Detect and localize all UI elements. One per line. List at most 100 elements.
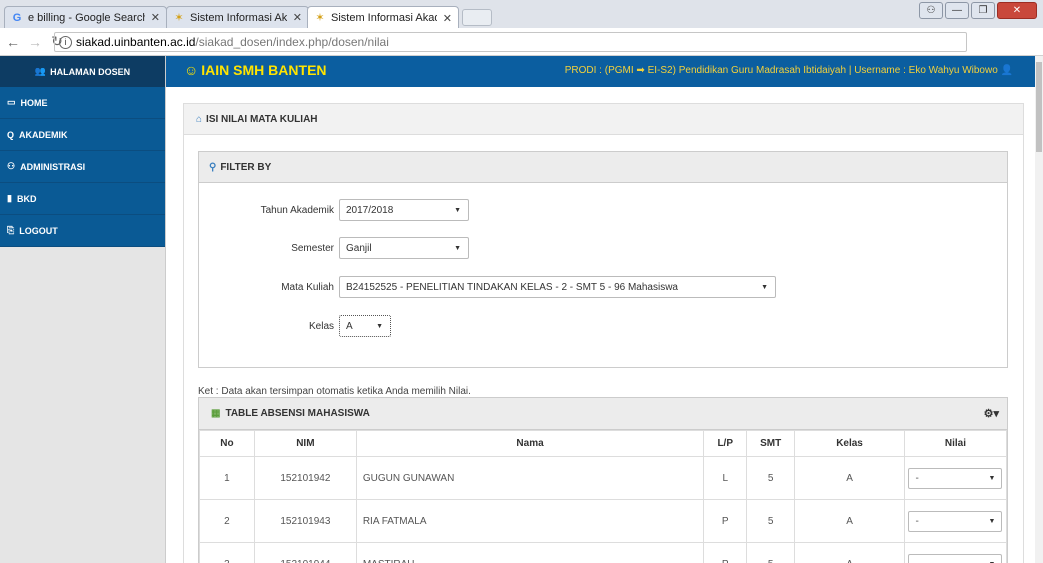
new-tab-button[interactable] (462, 9, 492, 26)
filter-label: Kelas (308, 320, 334, 332)
google-icon: G (12, 11, 22, 24)
absensi-table-panel: ▦ TABLE ABSENSI MAHASISWA ⚙▾ No NIM Nama… (198, 397, 1008, 563)
table-row: 3 152101944 MASTIRAH P 5 A - ▼ (199, 542, 1007, 563)
absensi-table: No NIM Nama L/P SMT Kelas Nilai 1 152101… (199, 430, 1007, 563)
favicon-icon: ✶ (315, 12, 325, 24)
close-tab-icon[interactable]: ✕ (151, 11, 160, 24)
sidebar-item-bkd[interactable]: ▮ BKD (0, 183, 165, 215)
chevron-down-icon: ▼ (988, 474, 996, 482)
sidebar-title: HALAMAN DOSEN (50, 66, 131, 77)
logout-icon: ⎘ (7, 225, 15, 235)
cell-kelas: A (794, 499, 905, 543)
logo-icon: ☺ (184, 62, 199, 78)
cell-no: 1 (199, 456, 255, 500)
home-icon: ⌂ (196, 113, 203, 125)
filter-row-semester: Semester (198, 237, 334, 259)
prodi-info: PRODI : (PGMI ➡ EI-S2) Pendidikan Guru M… (565, 65, 1013, 76)
arrow-right-icon: ➡ (636, 65, 645, 76)
select-value: Ganjil (346, 242, 372, 254)
cell-nilai: - ▼ (903, 499, 1007, 543)
user-desk-icon: ⚇ (7, 161, 16, 171)
close-tab-icon[interactable]: ✕ (293, 11, 302, 24)
column-header: NIM (253, 430, 357, 457)
semester-select[interactable]: Ganjil ▼ (339, 237, 469, 259)
cell-nim: 152101943 (253, 499, 357, 543)
sidebar-item-administrasi[interactable]: ⚇ ADMINISTRASI (0, 151, 165, 183)
sidebar-item-label: ADMINISTRASI (20, 161, 86, 172)
back-icon[interactable]: ← (4, 34, 22, 50)
favicon-icon: ✶ (174, 11, 184, 24)
filter-header: ⚲ FILTER BY (199, 152, 1007, 183)
sidebar-item-home[interactable]: ▭ HOME (0, 87, 165, 119)
mata-kuliah-select[interactable]: B24152525 - PENELITIAN TINDAKAN KELAS - … (339, 276, 776, 298)
profile-icon[interactable]: ⚇ (919, 2, 943, 19)
url-path: /siakad_dosen/index.php/dosen/nilai (195, 35, 389, 49)
table-title: TABLE ABSENSI MAHASISWA (225, 408, 370, 419)
cell-nim: 152101942 (253, 456, 357, 500)
filter-title: FILTER BY (220, 161, 272, 173)
chevron-down-icon: ▼ (376, 322, 383, 330)
table-row: 1 152101942 GUGUN GUNAWAN L 5 A - ▼ (199, 456, 1007, 500)
scrollbar-thumb[interactable] (1036, 62, 1042, 152)
sidebar-item-label: LOGOUT (19, 225, 58, 236)
chevron-down-icon: ▼ (454, 206, 461, 214)
column-header: No (199, 430, 255, 457)
minimize-button[interactable]: — (945, 2, 969, 19)
column-header: Kelas (794, 430, 905, 457)
nilai-select[interactable]: - ▼ (908, 510, 1003, 532)
save-note: Ket : Data akan tersimpan otomatis ketik… (198, 386, 471, 397)
close-window-button[interactable]: ✕ (997, 2, 1037, 19)
cell-lp: L (703, 456, 748, 500)
browser-tab-1[interactable]: G e billing - Google Search ✕ (4, 6, 167, 28)
kelas-select[interactable]: A ▼ (339, 315, 391, 337)
filter-row-mata-kuliah: Mata Kuliah (198, 276, 334, 298)
cell-nama: RIA FATMALA (355, 499, 705, 543)
select-value: A (346, 320, 353, 332)
select-value: 2017/2018 (346, 204, 394, 216)
cell-nama: MASTIRAH (355, 542, 705, 563)
sidebar-item-label: AKADEMIK (19, 129, 68, 140)
maximize-button[interactable]: ❐ (971, 2, 995, 19)
cell-smt: 5 (746, 499, 796, 543)
cell-kelas: A (794, 456, 905, 500)
settings-icon[interactable]: ⚙▾ (984, 407, 999, 420)
forward-icon[interactable]: → (26, 34, 44, 50)
sidebar-item-logout[interactable]: ⎘ LOGOUT (0, 215, 165, 247)
user-icon[interactable]: 👤 (1001, 65, 1013, 76)
url-domain: siakad.uinbanten.ac.id (76, 35, 196, 49)
prodi-detail: EI-S2) Pendidikan Guru Madrasah Ibtidaiy… (647, 65, 998, 76)
column-header: SMT (746, 430, 796, 457)
select-value: - (915, 559, 918, 563)
nilai-select[interactable]: - ▼ (908, 553, 1003, 563)
cell-kelas: A (794, 542, 905, 563)
chevron-down-icon: ▼ (988, 517, 996, 525)
brand-name: IAIN SMH BANTEN (201, 62, 327, 78)
info-icon[interactable]: i (59, 35, 72, 49)
sidebar-item-akademik[interactable]: Q AKADEMIK (0, 119, 165, 151)
sidebar-item-label: BKD (16, 193, 37, 204)
close-tab-icon[interactable]: ✕ (443, 12, 452, 25)
tab-title: Sistem Informasi Akaden (331, 12, 437, 24)
column-header: L/P (703, 430, 748, 457)
url-field[interactable]: i siakad.uinbanten.ac.id /siakad_dosen/i… (54, 32, 967, 52)
select-value: - (915, 515, 919, 527)
browser-tab-bar: G e billing - Google Search ✕ ✶ Sistem I… (0, 0, 1043, 29)
filter-label: Mata Kuliah (281, 281, 334, 293)
users-icon: 👥 (34, 66, 47, 76)
cell-no: 2 (199, 499, 255, 543)
tahun-akademik-select[interactable]: 2017/2018 ▼ (339, 199, 469, 221)
filter-row-kelas: Kelas (198, 315, 334, 337)
brand-logo[interactable]: ☺ IAIN SMH BANTEN (184, 62, 327, 78)
magnifier-icon: ⚲ (209, 161, 217, 173)
nilai-select[interactable]: - ▼ (908, 467, 1003, 489)
browser-tab-3[interactable]: ✶ Sistem Informasi Akaden ✕ (307, 6, 459, 29)
panel-header: ⌂ ISI NILAI MATA KULIAH (184, 104, 1023, 135)
cell-nim: 152101944 (253, 542, 357, 563)
page-scrollbar[interactable] (1035, 56, 1043, 563)
browser-tab-2[interactable]: ✶ Sistem Informasi Akaden ✕ (166, 6, 309, 28)
table-row: 2 152101943 RIA FATMALA P 5 A - ▼ (199, 499, 1007, 543)
cell-smt: 5 (746, 456, 796, 500)
filter-label: Tahun Akademik (260, 204, 334, 216)
address-bar-row: ← → ↻ i siakad.uinbanten.ac.id /siakad_d… (0, 28, 1043, 75)
cell-nama: GUGUN GUNAWAN (355, 456, 705, 500)
